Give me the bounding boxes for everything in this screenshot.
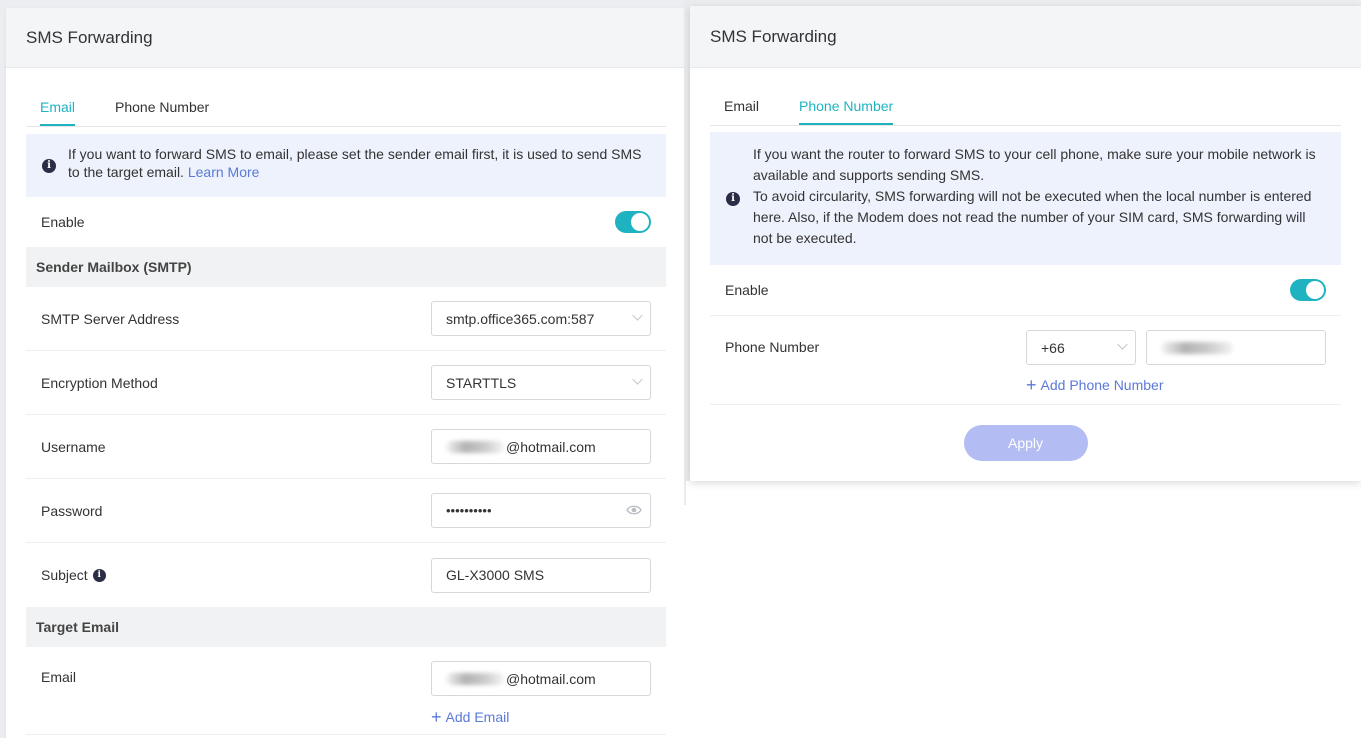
password-row: Password •••••••••• xyxy=(26,479,666,543)
encryption-row: Encryption Method STARTTLS xyxy=(26,351,666,415)
phone-number-row: Phone Number +66 + Add Phone Number xyxy=(710,316,1341,405)
chevron-down-icon xyxy=(632,310,643,321)
add-phone-number-link[interactable]: + Add Phone Number xyxy=(1026,375,1164,395)
smtp-server-value: smtp.office365.com:587 xyxy=(446,310,595,327)
subject-input[interactable]: GL-X3000 SMS xyxy=(431,557,651,593)
sms-forwarding-phone-panel: SMS Forwarding Email Phone Number i If y… xyxy=(690,6,1361,481)
sender-mailbox-section: Sender Mailbox (SMTP) xyxy=(26,247,666,287)
country-code-value: +66 xyxy=(1041,339,1065,356)
smtp-server-row: SMTP Server Address smtp.office365.com:5… xyxy=(26,287,666,351)
chevron-down-icon xyxy=(632,374,643,385)
eye-icon[interactable] xyxy=(626,504,642,516)
info-notice: i If you want the router to forward SMS … xyxy=(710,132,1341,265)
add-email-wrap: + Add Email xyxy=(431,707,651,727)
phone-number-input[interactable] xyxy=(1146,330,1326,365)
sms-forwarding-email-panel: SMS Forwarding Email Phone Number i If y… xyxy=(6,8,686,738)
notice-line-1: If you want the router to forward SMS to… xyxy=(753,146,1316,183)
apply-button[interactable]: Apply xyxy=(963,425,1088,461)
phone-number-label: Phone Number xyxy=(725,339,820,355)
info-icon: i xyxy=(726,191,740,206)
email-label: Email xyxy=(41,669,77,685)
subject-label: Subject xyxy=(41,567,88,583)
encryption-select[interactable]: STARTTLS xyxy=(431,365,651,400)
plus-icon: + xyxy=(1026,375,1037,395)
tab-bar: Email Phone Number xyxy=(710,68,1341,126)
subject-row: Subject i GL-X3000 SMS xyxy=(26,543,666,607)
country-code-select[interactable]: +66 xyxy=(1026,330,1136,365)
encryption-label: Encryption Method xyxy=(41,374,158,391)
add-email-link[interactable]: + Add Email xyxy=(431,707,510,727)
tab-email[interactable]: Email xyxy=(40,99,76,126)
redacted-text xyxy=(446,672,504,685)
username-value: @hotmail.com xyxy=(506,438,596,455)
learn-more-link[interactable]: Learn More xyxy=(188,164,260,180)
tab-phone-number[interactable]: Phone Number xyxy=(115,99,209,126)
password-value: •••••••••• xyxy=(446,503,492,518)
tab-email[interactable]: Email xyxy=(724,98,759,125)
enable-label: Enable xyxy=(41,214,85,230)
chevron-down-icon xyxy=(1117,339,1128,350)
phone-inputs: +66 xyxy=(1026,330,1326,365)
password-input[interactable]: •••••••••• xyxy=(431,493,651,528)
target-email-section: Target Email xyxy=(26,607,666,647)
enable-toggle[interactable] xyxy=(1290,279,1326,301)
notice-text: If you want to forward SMS to email, ple… xyxy=(68,146,642,180)
enable-label: Enable xyxy=(725,282,769,298)
username-label: Username xyxy=(41,438,106,455)
redacted-text xyxy=(446,440,504,453)
background-area xyxy=(686,481,1361,738)
plus-icon: + xyxy=(431,707,442,727)
redacted-text xyxy=(1161,341,1233,354)
enable-row: Enable xyxy=(710,265,1341,316)
smtp-server-label: SMTP Server Address xyxy=(41,310,180,327)
email-input[interactable]: @hotmail.com xyxy=(431,661,651,696)
tab-bar: Email Phone Number xyxy=(26,68,666,127)
info-icon: i xyxy=(42,158,56,173)
enable-toggle[interactable] xyxy=(615,211,651,233)
subject-label-wrap: Subject i xyxy=(41,567,106,583)
info-icon[interactable]: i xyxy=(92,568,106,582)
smtp-server-select[interactable]: smtp.office365.com:587 xyxy=(431,301,651,336)
add-phone-label: Add Phone Number xyxy=(1040,377,1164,393)
notice-line-2: To avoid circularity, SMS forwarding wil… xyxy=(753,188,1312,246)
email-field-group: @hotmail.com + Add Email xyxy=(431,661,651,726)
tab-phone-number[interactable]: Phone Number xyxy=(799,98,894,125)
panel-title: SMS Forwarding xyxy=(690,6,1361,68)
subject-value: GL-X3000 SMS xyxy=(446,567,545,583)
target-email-row: Email @hotmail.com + Add Email xyxy=(26,647,666,735)
phone-field-group: +66 + Add Phone Number xyxy=(1026,330,1326,394)
username-input[interactable]: @hotmail.com xyxy=(431,429,651,464)
info-notice: i If you want to forward SMS to email, p… xyxy=(26,134,666,197)
add-phone-wrap: + Add Phone Number xyxy=(1026,375,1326,395)
add-email-label: Add Email xyxy=(445,709,510,725)
enable-row: Enable xyxy=(26,197,666,247)
password-label: Password xyxy=(41,502,103,519)
encryption-value: STARTTLS xyxy=(446,374,517,391)
email-value: @hotmail.com xyxy=(506,670,596,687)
username-row: Username @hotmail.com xyxy=(26,415,666,479)
panel-title: SMS Forwarding xyxy=(6,8,686,68)
